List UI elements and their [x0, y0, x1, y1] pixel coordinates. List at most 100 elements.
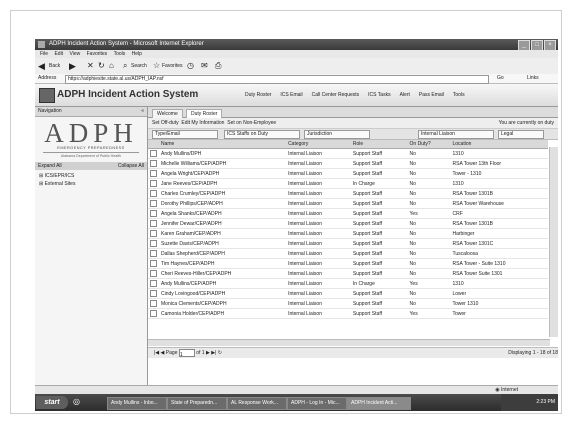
- jurisdiction-filter[interactable]: Jurisdiction: [304, 130, 370, 139]
- collapse-all-button[interactable]: Collapse All: [118, 162, 144, 170]
- print-icon[interactable]: ⎙: [215, 61, 221, 71]
- table-row[interactable]: Jane Reeves/CEP/ADPH Internal Liaison In C…: [148, 178, 548, 189]
- expand-all-button[interactable]: Expand All: [38, 163, 62, 169]
- tree-item-ics[interactable]: ⊞ ICS/EPR/ICS: [39, 172, 143, 180]
- search-button-label[interactable]: Search: [131, 61, 147, 71]
- ics-email-link[interactable]: ICS Email: [280, 92, 302, 98]
- row-checkbox[interactable]: [148, 228, 159, 239]
- tab-welcome[interactable]: Welcome: [152, 109, 183, 118]
- row-checkbox[interactable]: [148, 308, 159, 319]
- alert-link[interactable]: Alert: [400, 92, 410, 98]
- menu-tools[interactable]: Tools: [114, 51, 126, 57]
- refresh-icon[interactable]: ↻: [98, 61, 105, 71]
- collapse-panel-icon[interactable]: «: [141, 107, 144, 116]
- home-icon[interactable]: ⌂: [109, 61, 114, 71]
- table-row[interactable]: Camonia Holder/CEP/ADPH Internal Liaison S…: [148, 308, 548, 319]
- table-row[interactable]: Cheri Reeves-Hiller/CEP/ADPH Internal Lia…: [148, 268, 548, 279]
- links-button[interactable]: Links: [527, 74, 539, 83]
- select-all-header[interactable]: [148, 140, 159, 149]
- row-checkbox[interactable]: [148, 208, 159, 219]
- address-input[interactable]: https://adphiesite.state.al.us/ADPH_IAP.…: [65, 75, 489, 84]
- row-checkbox[interactable]: [148, 198, 159, 209]
- row-checkbox[interactable]: [148, 218, 159, 229]
- vertical-scrollbar[interactable]: [549, 147, 558, 337]
- row-checkbox[interactable]: [148, 158, 159, 169]
- last-page-icon[interactable]: ▶|: [211, 350, 216, 356]
- table-row[interactable]: Monica Clements/CEP/ADPH Internal Liaison…: [148, 298, 548, 309]
- row-checkbox[interactable]: [148, 188, 159, 199]
- menu-help[interactable]: Help: [132, 51, 142, 57]
- first-page-icon[interactable]: |◀: [154, 350, 159, 356]
- table-row[interactable]: Andy Mullins/CEP/ADPH Internal Liaison In …: [148, 278, 548, 289]
- stop-icon[interactable]: ✕: [87, 61, 94, 71]
- page-number-input[interactable]: 1: [178, 348, 195, 358]
- go-button[interactable]: Go: [497, 74, 504, 83]
- column-header-category[interactable]: Category: [286, 140, 351, 149]
- column-header-on-duty[interactable]: On Duty?: [407, 140, 451, 149]
- row-checkbox[interactable]: [148, 168, 159, 179]
- duty-roster-link[interactable]: Duty Roster: [245, 92, 271, 98]
- pass-email-link[interactable]: Pass Email: [419, 92, 444, 98]
- edit-my-information-button[interactable]: Edit My Information: [181, 120, 224, 126]
- legal-filter[interactable]: Legal: [498, 130, 544, 139]
- table-row[interactable]: Andy Mullins/DPH Internal Liaison Support …: [148, 148, 548, 159]
- table-row[interactable]: Suzette Davis/CEP/ADPH Internal Liaison Su…: [148, 238, 548, 249]
- favorites-icon[interactable]: ☆: [153, 61, 160, 71]
- menu-favorites[interactable]: Favorites: [87, 51, 108, 57]
- table-row[interactable]: Karen Graham/CEP/ADPH Internal Liaison Sup…: [148, 228, 548, 239]
- back-icon[interactable]: ◀: [38, 61, 45, 71]
- row-checkbox[interactable]: [148, 238, 159, 249]
- menu-view[interactable]: View: [69, 51, 80, 57]
- row-checkbox[interactable]: [148, 298, 159, 309]
- tools-link[interactable]: Tools: [453, 92, 465, 98]
- mail-icon[interactable]: ✉: [201, 61, 208, 71]
- column-header-location[interactable]: Location: [450, 140, 548, 149]
- ics-staffs-on-duty-filter[interactable]: ICS Staffs on Duty: [224, 130, 300, 139]
- next-page-icon[interactable]: ▶: [206, 350, 210, 356]
- cell-on-duty: No: [407, 218, 451, 229]
- taskbar-item-outlook[interactable]: Andy Mullins - Inbo...: [107, 397, 167, 410]
- column-header-name[interactable]: Name: [159, 140, 287, 149]
- table-row[interactable]: Charles Crumley/CEP/ADPH Internal Liaison…: [148, 188, 548, 199]
- quick-launch-icon[interactable]: ◎: [73, 397, 80, 406]
- taskbar-item-preparedness[interactable]: State of Preparedn...: [167, 397, 227, 410]
- type-email-filter[interactable]: Type/Email: [152, 130, 218, 139]
- ics-tasks-link[interactable]: ICS Tasks: [368, 92, 390, 98]
- set-off-duty-button[interactable]: Set Off-duty: [152, 120, 179, 126]
- row-checkbox[interactable]: [148, 258, 159, 269]
- call-center-requests-link[interactable]: Call Center Requests: [312, 92, 360, 98]
- row-checkbox[interactable]: [148, 278, 159, 289]
- row-checkbox[interactable]: [148, 178, 159, 189]
- table-row[interactable]: Tim Haynes/CEP/ADPH Internal Liaison Suppo…: [148, 258, 548, 269]
- taskbar-item-login[interactable]: ADPH - Log In - Mic...: [287, 397, 347, 410]
- prev-page-icon[interactable]: ◀: [161, 350, 165, 356]
- row-checkbox[interactable]: [148, 288, 159, 299]
- table-row[interactable]: Jennifer Dewar/CEP/ADPH Internal Liaison S…: [148, 218, 548, 229]
- set-non-employee-button[interactable]: Set on Non-Employee: [227, 120, 276, 126]
- table-row[interactable]: Angela Wright/CEP/ADPH Internal Liaison Su…: [148, 168, 548, 179]
- table-row[interactable]: Michelle Williams/CEP/ADPH Internal Liais…: [148, 158, 548, 169]
- taskbar-item-response[interactable]: AL Response Work...: [227, 397, 287, 410]
- menu-file[interactable]: File: [40, 51, 48, 57]
- column-header-role[interactable]: Role: [350, 140, 408, 149]
- table-row[interactable]: Angela Shanks/CEP/ADPH Internal Liaison Su…: [148, 208, 548, 219]
- taskbar-item-adph[interactable]: ADPH Incident Acti...: [347, 397, 411, 410]
- horizontal-scrollbar[interactable]: [148, 339, 550, 346]
- menu-edit[interactable]: Edit: [54, 51, 63, 57]
- history-icon[interactable]: ◷: [187, 61, 194, 71]
- back-button-label[interactable]: Back: [49, 61, 60, 71]
- row-checkbox[interactable]: [148, 248, 159, 259]
- forward-icon[interactable]: ▶: [69, 61, 76, 71]
- start-button[interactable]: start: [36, 396, 68, 409]
- tree-item-external-sites[interactable]: ⊞ External Sites: [39, 180, 143, 188]
- tab-duty-roster[interactable]: Duty Roster: [186, 109, 223, 118]
- internal-liaison-filter[interactable]: Internal Liaison: [418, 130, 494, 139]
- favorites-button-label[interactable]: Favorites: [162, 61, 183, 71]
- table-row[interactable]: Dallas Shepherd/CEP/ADPH Internal Liaison…: [148, 248, 548, 259]
- row-checkbox[interactable]: [148, 268, 159, 279]
- row-checkbox[interactable]: [148, 148, 159, 159]
- table-row[interactable]: Cindy Lovingood/CEP/ADPH Internal Liaison…: [148, 288, 548, 299]
- table-row[interactable]: Dorothy Phillips/CEP/ADPH Internal Liaiso…: [148, 198, 548, 209]
- refresh-page-icon[interactable]: ↻: [218, 350, 222, 356]
- search-icon[interactable]: ⌕: [123, 61, 127, 71]
